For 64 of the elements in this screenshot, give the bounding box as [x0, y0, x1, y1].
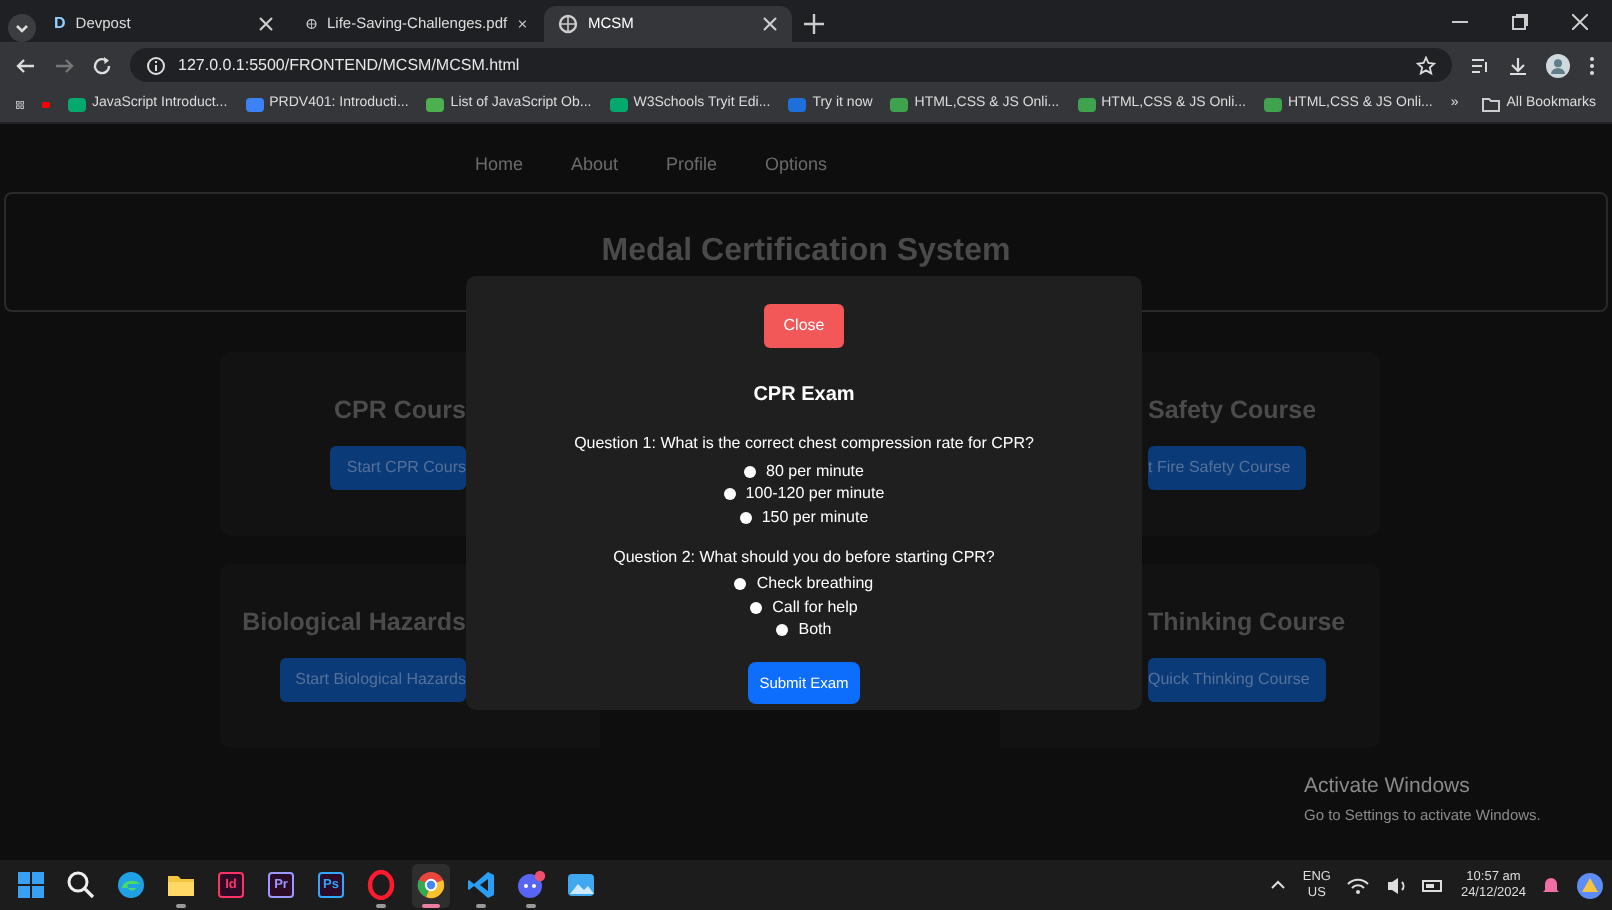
question-text: Question 1: What is the correct chest compression rate for CPR? [574, 432, 1034, 456]
wifi-icon[interactable] [1346, 876, 1371, 894]
course-title: Biological Hazards [242, 608, 466, 638]
globe-icon [558, 14, 578, 34]
option-label: 100-120 per minute [745, 482, 885, 507]
radio-button[interactable] [734, 578, 747, 591]
close-icon[interactable] [762, 16, 778, 32]
option-label: 80 per minute [766, 459, 864, 484]
ring-logo-icon [366, 870, 396, 900]
star-icon[interactable] [1416, 55, 1436, 75]
page-title: Medal Certification System [601, 231, 1011, 271]
favicon-icon: D [54, 12, 66, 36]
volume-icon[interactable] [1386, 875, 1407, 895]
nav-link[interactable]: About [546, 152, 642, 179]
folder-icon [166, 870, 196, 900]
activation-title: Activate Windows [1304, 772, 1472, 802]
bell-icon[interactable] [1542, 876, 1560, 894]
battery-icon[interactable] [1422, 879, 1445, 891]
new-tab-icon[interactable] [804, 14, 824, 34]
menu-icon[interactable] [1588, 55, 1596, 75]
option-label: Both [798, 618, 832, 643]
forward-icon[interactable] [54, 55, 74, 75]
exam-title: CPR Exam [753, 384, 855, 408]
option-label: 150 per minute [761, 505, 869, 530]
close-icon[interactable] [1572, 14, 1588, 30]
picture-icon [566, 870, 596, 900]
info-icon [146, 55, 166, 75]
course-title: Thinking Course [1148, 608, 1346, 638]
globe-icon [306, 14, 318, 34]
chevron-up-icon[interactable] [1270, 878, 1287, 892]
tab-list-icon[interactable] [8, 14, 36, 42]
option-label: Check breathing [756, 572, 874, 597]
course-title: CPR Cours [334, 396, 466, 426]
radio-button[interactable] [776, 624, 789, 637]
question-text: Question 2: What should you do before starting CPR? [613, 545, 995, 569]
nav-link[interactable]: Options [741, 152, 852, 179]
close-icon[interactable] [517, 16, 526, 32]
radio-button[interactable] [744, 465, 757, 478]
folder-icon [1482, 96, 1501, 114]
radio-button[interactable] [723, 488, 736, 501]
close-icon[interactable] [258, 16, 274, 32]
taskbar-app[interactable] [412, 863, 450, 907]
profile-avatar-icon[interactable] [1546, 53, 1570, 77]
url-text: 127.0.0.1:5500/FRONTEND/MCSM/MCSM.html [178, 53, 520, 77]
nav-link[interactable]: Home [450, 152, 547, 179]
apps-grid-icon[interactable] [16, 96, 24, 114]
search-icon [66, 870, 96, 900]
chat-app-icon [516, 870, 546, 900]
option-label: Call for help [772, 595, 858, 620]
download-icon[interactable] [1508, 55, 1528, 75]
back-icon[interactable] [16, 55, 36, 75]
windows-logo-icon [16, 870, 46, 900]
code-editor-icon [466, 870, 496, 900]
assistant-icon[interactable] [1576, 871, 1604, 899]
radio-button[interactable] [750, 601, 763, 614]
media-icon[interactable] [1470, 55, 1490, 75]
radio-button[interactable] [739, 511, 752, 524]
circle-logo-icon [416, 870, 446, 900]
course-title: Safety Course [1148, 396, 1317, 426]
address-bar[interactable]: 127.0.0.1:5500/FRONTEND/MCSM/MCSM.html [130, 48, 1452, 82]
swirl-logo-icon [116, 870, 146, 900]
nav-link[interactable]: Profile [642, 152, 742, 179]
reload-icon[interactable] [92, 55, 112, 75]
restore-icon[interactable] [1512, 14, 1528, 30]
